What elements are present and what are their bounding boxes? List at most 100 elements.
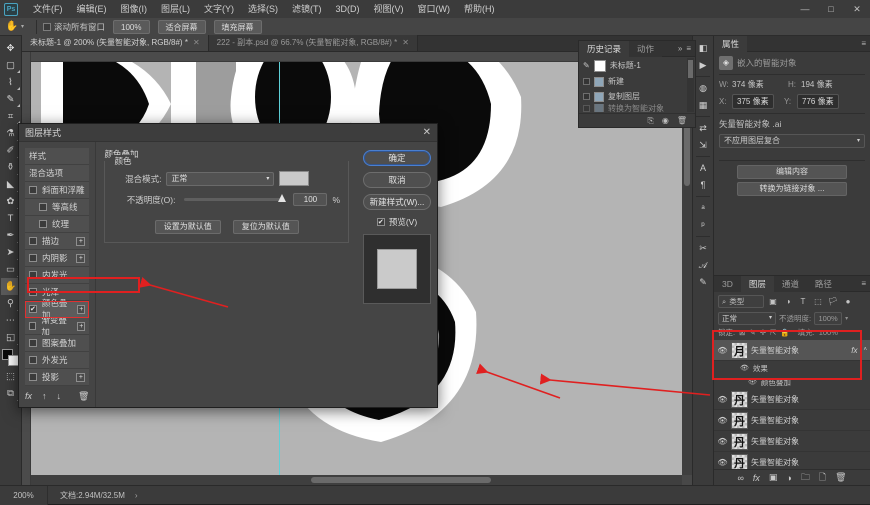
- fill-screen-button[interactable]: 填充屏幕: [213, 19, 262, 34]
- fit-screen-button[interactable]: 适合屏幕: [157, 19, 206, 34]
- add-effect-icon[interactable]: +: [76, 253, 86, 263]
- move-up-icon[interactable]: ↑: [42, 391, 47, 401]
- close-icon[interactable]: ✕: [423, 127, 431, 138]
- zoom-level-field[interactable]: 200%: [0, 485, 48, 505]
- styles-list-item-inner-shadow[interactable]: 内阴影 +: [25, 250, 90, 267]
- menu-window[interactable]: 窗口(W): [411, 0, 458, 18]
- table-row[interactable]: 👁 丹 矢量智能对象: [714, 389, 870, 410]
- checkbox[interactable]: [29, 271, 37, 279]
- fx-icon[interactable]: fx: [25, 391, 32, 401]
- checkbox[interactable]: [29, 254, 37, 262]
- maximize-button[interactable]: □: [818, 0, 844, 18]
- document-tab-1[interactable]: 未标题-1 @ 200% (矢量智能对象, RGB/8#) * ✕: [22, 35, 209, 51]
- styles-list-item-stroke[interactable]: 描边 +: [25, 233, 90, 250]
- eye-icon[interactable]: 👁: [717, 395, 728, 404]
- fill-value[interactable]: 100%: [819, 328, 838, 337]
- close-icon[interactable]: ✕: [402, 35, 409, 51]
- list-item[interactable]: 👁 颜色叠加: [714, 375, 870, 389]
- color-panel-icon[interactable]: ◧: [694, 40, 712, 56]
- adjustment-layer-icon[interactable]: ◑: [786, 473, 791, 483]
- new-style-button[interactable]: 新建样式(W)...: [363, 194, 431, 210]
- layer-filter-input[interactable]: ⌕ 类型: [718, 295, 764, 308]
- add-effect-icon[interactable]: +: [77, 321, 86, 331]
- filter-adjustment-icon[interactable]: ◑: [782, 296, 794, 308]
- table-row[interactable]: 👁 丹 矢量智能对象: [714, 410, 870, 431]
- tab-properties[interactable]: 属性: [714, 35, 748, 52]
- checkbox[interactable]: ✔: [29, 305, 37, 313]
- minimize-button[interactable]: —: [792, 0, 818, 18]
- paragraph-panel-icon[interactable]: ¶: [694, 177, 712, 193]
- libraries-icon[interactable]: ⇲: [694, 137, 712, 153]
- glyphs-icon[interactable]: 𝒜: [694, 257, 712, 273]
- filter-type-icon[interactable]: T: [797, 296, 809, 308]
- menu-filter[interactable]: 滤镜(T): [285, 0, 329, 18]
- paragraph-styles-icon[interactable]: ᵖ: [694, 217, 712, 233]
- layer-style-dialog[interactable]: 图层样式 ✕ 样式 混合选项 斜面和浮雕 等高线 纹理 描边 + 内阴影 + 内…: [18, 123, 438, 408]
- status-expand-icon[interactable]: ›: [135, 491, 138, 500]
- styles-list-item-contour[interactable]: 等高线: [25, 199, 90, 216]
- overlay-color-swatch[interactable]: [279, 171, 310, 186]
- lock-position-icon[interactable]: ✛: [760, 328, 766, 337]
- ok-button[interactable]: 确定: [363, 150, 431, 166]
- tab-layers[interactable]: 图层: [740, 275, 774, 292]
- scroll-thumb[interactable]: [688, 60, 693, 78]
- delete-layer-icon[interactable]: 🗑: [835, 472, 846, 483]
- lasso-tool[interactable]: ⌇: [1, 74, 21, 91]
- filter-toggle-icon[interactable]: ●: [842, 296, 854, 308]
- history-brush-source-checkbox[interactable]: [583, 78, 590, 85]
- menu-view[interactable]: 视图(V): [367, 0, 411, 18]
- opacity-slider[interactable]: [184, 194, 287, 202]
- eye-icon[interactable]: 👁: [717, 346, 728, 355]
- panel-menu-icon[interactable]: ≡: [686, 44, 691, 53]
- new-layer-icon[interactable]: 🗋: [819, 470, 826, 486]
- eye-icon[interactable]: 👁: [748, 378, 757, 386]
- history-scrollbar[interactable]: [687, 58, 694, 112]
- new-group-icon[interactable]: 🗀: [801, 470, 810, 486]
- add-effect-icon[interactable]: +: [77, 304, 86, 314]
- y-input[interactable]: 776 像素: [797, 94, 839, 109]
- history-brush-source-checkbox[interactable]: [583, 104, 590, 112]
- history-snapshot-row[interactable]: ✎ 未标题-1: [579, 57, 695, 74]
- quick-select-tool[interactable]: ✎: [1, 91, 21, 108]
- layer-thumbnail[interactable]: 月: [731, 341, 748, 359]
- layer-style-icon[interactable]: fx: [753, 473, 760, 483]
- history-brush-icon[interactable]: ✎: [583, 61, 590, 70]
- notes-icon[interactable]: ✎: [694, 274, 712, 290]
- list-item[interactable]: 转换为智能对象: [579, 104, 695, 112]
- styles-list-item-pattern-overlay[interactable]: 图案叠加: [25, 335, 90, 352]
- panel-menu-icon[interactable]: ≡: [861, 39, 866, 48]
- slider-knob[interactable]: [278, 194, 287, 202]
- menu-file[interactable]: 文件(F): [26, 0, 70, 18]
- link-layers-icon[interactable]: ∞: [737, 473, 743, 483]
- delete-state-icon[interactable]: 🗑: [677, 116, 687, 125]
- new-snapshot-icon[interactable]: ◉: [662, 116, 669, 125]
- checkbox[interactable]: [29, 356, 37, 364]
- styles-list-item-blending-options[interactable]: 混合选项: [25, 165, 90, 182]
- tab-3d[interactable]: 3D: [714, 275, 741, 292]
- lock-all-icon[interactable]: 🔒: [780, 328, 789, 337]
- layer-thumbnail[interactable]: 丹: [731, 453, 748, 469]
- menu-layer[interactable]: 图层(L): [154, 0, 197, 18]
- menu-help[interactable]: 帮助(H): [457, 0, 502, 18]
- checkbox[interactable]: [29, 339, 37, 347]
- layer-comp-select[interactable]: 不应用图层复合 ▾: [719, 134, 865, 148]
- hand-tool-icon[interactable]: ✋: [3, 19, 21, 35]
- scroll-thumb[interactable]: [311, 477, 491, 483]
- tab-history[interactable]: 历史记录: [579, 40, 630, 57]
- checkbox[interactable]: [39, 220, 47, 228]
- panel-menu-icon[interactable]: ≡: [861, 279, 866, 288]
- styles-list-item-texture[interactable]: 纹理: [25, 216, 90, 233]
- menu-type[interactable]: 文字(Y): [197, 0, 241, 18]
- character-panel-icon[interactable]: A: [694, 160, 712, 176]
- play-action-icon[interactable]: ▶: [694, 57, 712, 73]
- checkbox[interactable]: [29, 322, 37, 330]
- checkbox[interactable]: ✔: [376, 218, 385, 226]
- filter-smart-object-icon[interactable]: 🏳: [827, 296, 839, 308]
- checkbox[interactable]: [39, 203, 47, 211]
- styles-list-item-inner-glow[interactable]: 内发光: [25, 267, 90, 284]
- list-item[interactable]: 复制图层: [579, 89, 695, 104]
- preview-checkbox-row[interactable]: ✔ 预览(V): [363, 216, 431, 228]
- layer-fx-icon[interactable]: fx: [851, 346, 857, 355]
- styles-list-item-outer-glow[interactable]: 外发光: [25, 352, 90, 369]
- menu-image[interactable]: 图像(I): [114, 0, 155, 18]
